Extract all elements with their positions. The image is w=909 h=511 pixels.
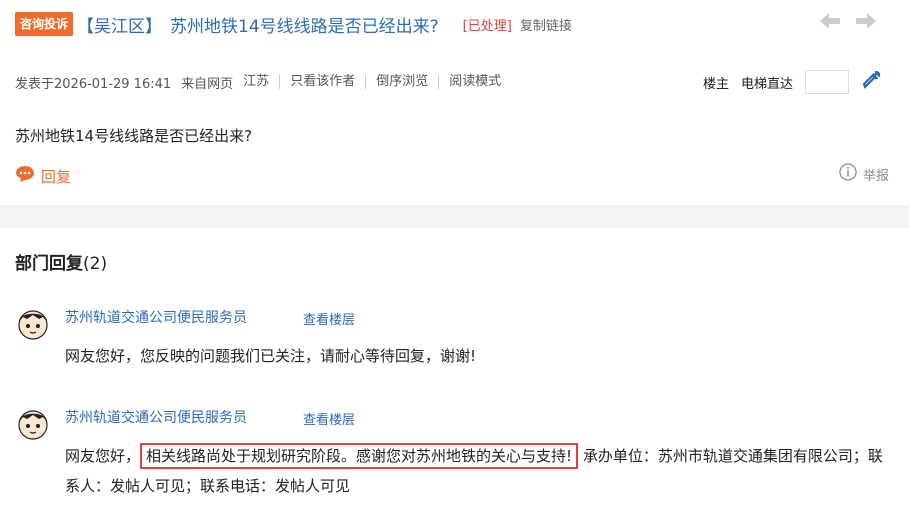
jump-icon[interactable] <box>861 70 881 94</box>
post-region: 江苏 <box>243 74 270 89</box>
reply-text-prefix: 网友您好， <box>65 447 141 465</box>
copy-link-button[interactable]: 复制链接 <box>520 15 572 34</box>
view-floor-link[interactable]: 查看楼层 <box>303 409 355 428</box>
post-nav <box>819 12 877 30</box>
post-title-row: 咨询投诉 【吴江区】 苏州地铁14号线线路是否已经出来? [已处理] 复制链接 <box>15 10 895 38</box>
info-icon <box>839 163 857 185</box>
owner-label: 楼主 <box>702 76 729 92</box>
only-author-link[interactable]: 只看该作者 <box>279 75 365 89</box>
arrow-left-icon[interactable] <box>819 12 841 30</box>
status-badge: [已处理] <box>462 18 512 34</box>
avatar <box>15 405 51 441</box>
replies-heading: 部门回复(2) <box>15 249 107 274</box>
replies-count: (2) <box>83 254 108 274</box>
arrow-right-icon[interactable] <box>855 12 877 30</box>
post-title: 苏州地铁14号线线路是否已经出来? <box>170 16 439 37</box>
reply-author-link[interactable]: 苏州轨道交通公司便民服务员 <box>65 407 247 427</box>
reply-text: 网友您好，您反映的问题我们已关注，请耐心等待回复，谢谢! <box>65 347 477 365</box>
report-button[interactable]: 举报 <box>839 163 889 185</box>
reply-item: 苏州轨道交通公司便民服务员 查看楼层 网友您好， 相关线路尚处于规划研究阶段。感谢… <box>15 405 895 505</box>
jump-label: 电梯直达 <box>740 76 793 92</box>
floor-jump: 楼主 电梯直达 <box>703 70 881 94</box>
floor-input[interactable] <box>805 70 849 94</box>
reply-button[interactable]: 回复 <box>15 165 71 187</box>
post-meta: 发表于2026-01-29 16:41 来自网页 江苏 只看该作者 倒序浏览 阅… <box>15 70 895 94</box>
read-mode-link[interactable]: 阅读模式 <box>438 75 511 89</box>
category-badge: 咨询投诉 <box>15 12 74 36</box>
report-label: 举报 <box>862 168 889 184</box>
highlighted-text: 相关线路尚处于规划研究阶段。感谢您对苏州地铁的关心与支持! <box>140 443 579 469</box>
post-date: 发表于2026-01-29 16:41 <box>15 76 172 92</box>
reply-item: 苏州轨道交通公司便民服务员 查看楼层 网友您好，您反映的问题我们已关注，请耐心等… <box>15 305 895 375</box>
reply-label: 回复 <box>41 167 72 186</box>
post-source: 来自网页 <box>181 76 234 92</box>
avatar <box>15 305 51 341</box>
replies-title: 部门回复 <box>15 254 83 274</box>
reply-author-link[interactable]: 苏州轨道交通公司便民服务员 <box>65 307 247 327</box>
section-divider <box>0 206 909 228</box>
reply-content: 网友您好，您反映的问题我们已关注，请耐心等待回复，谢谢! <box>65 341 895 371</box>
district-link[interactable]: 【吴江区】 <box>77 12 162 37</box>
reverse-order-link[interactable]: 倒序浏览 <box>365 75 438 89</box>
view-floor-link[interactable]: 查看楼层 <box>303 309 355 328</box>
post-body: 苏州地铁14号线线路是否已经出来? <box>15 127 253 145</box>
comment-icon <box>15 165 35 187</box>
reply-content: 网友您好， 相关线路尚处于规划研究阶段。感谢您对苏州地铁的关心与支持! 承办单位：… <box>65 441 895 501</box>
